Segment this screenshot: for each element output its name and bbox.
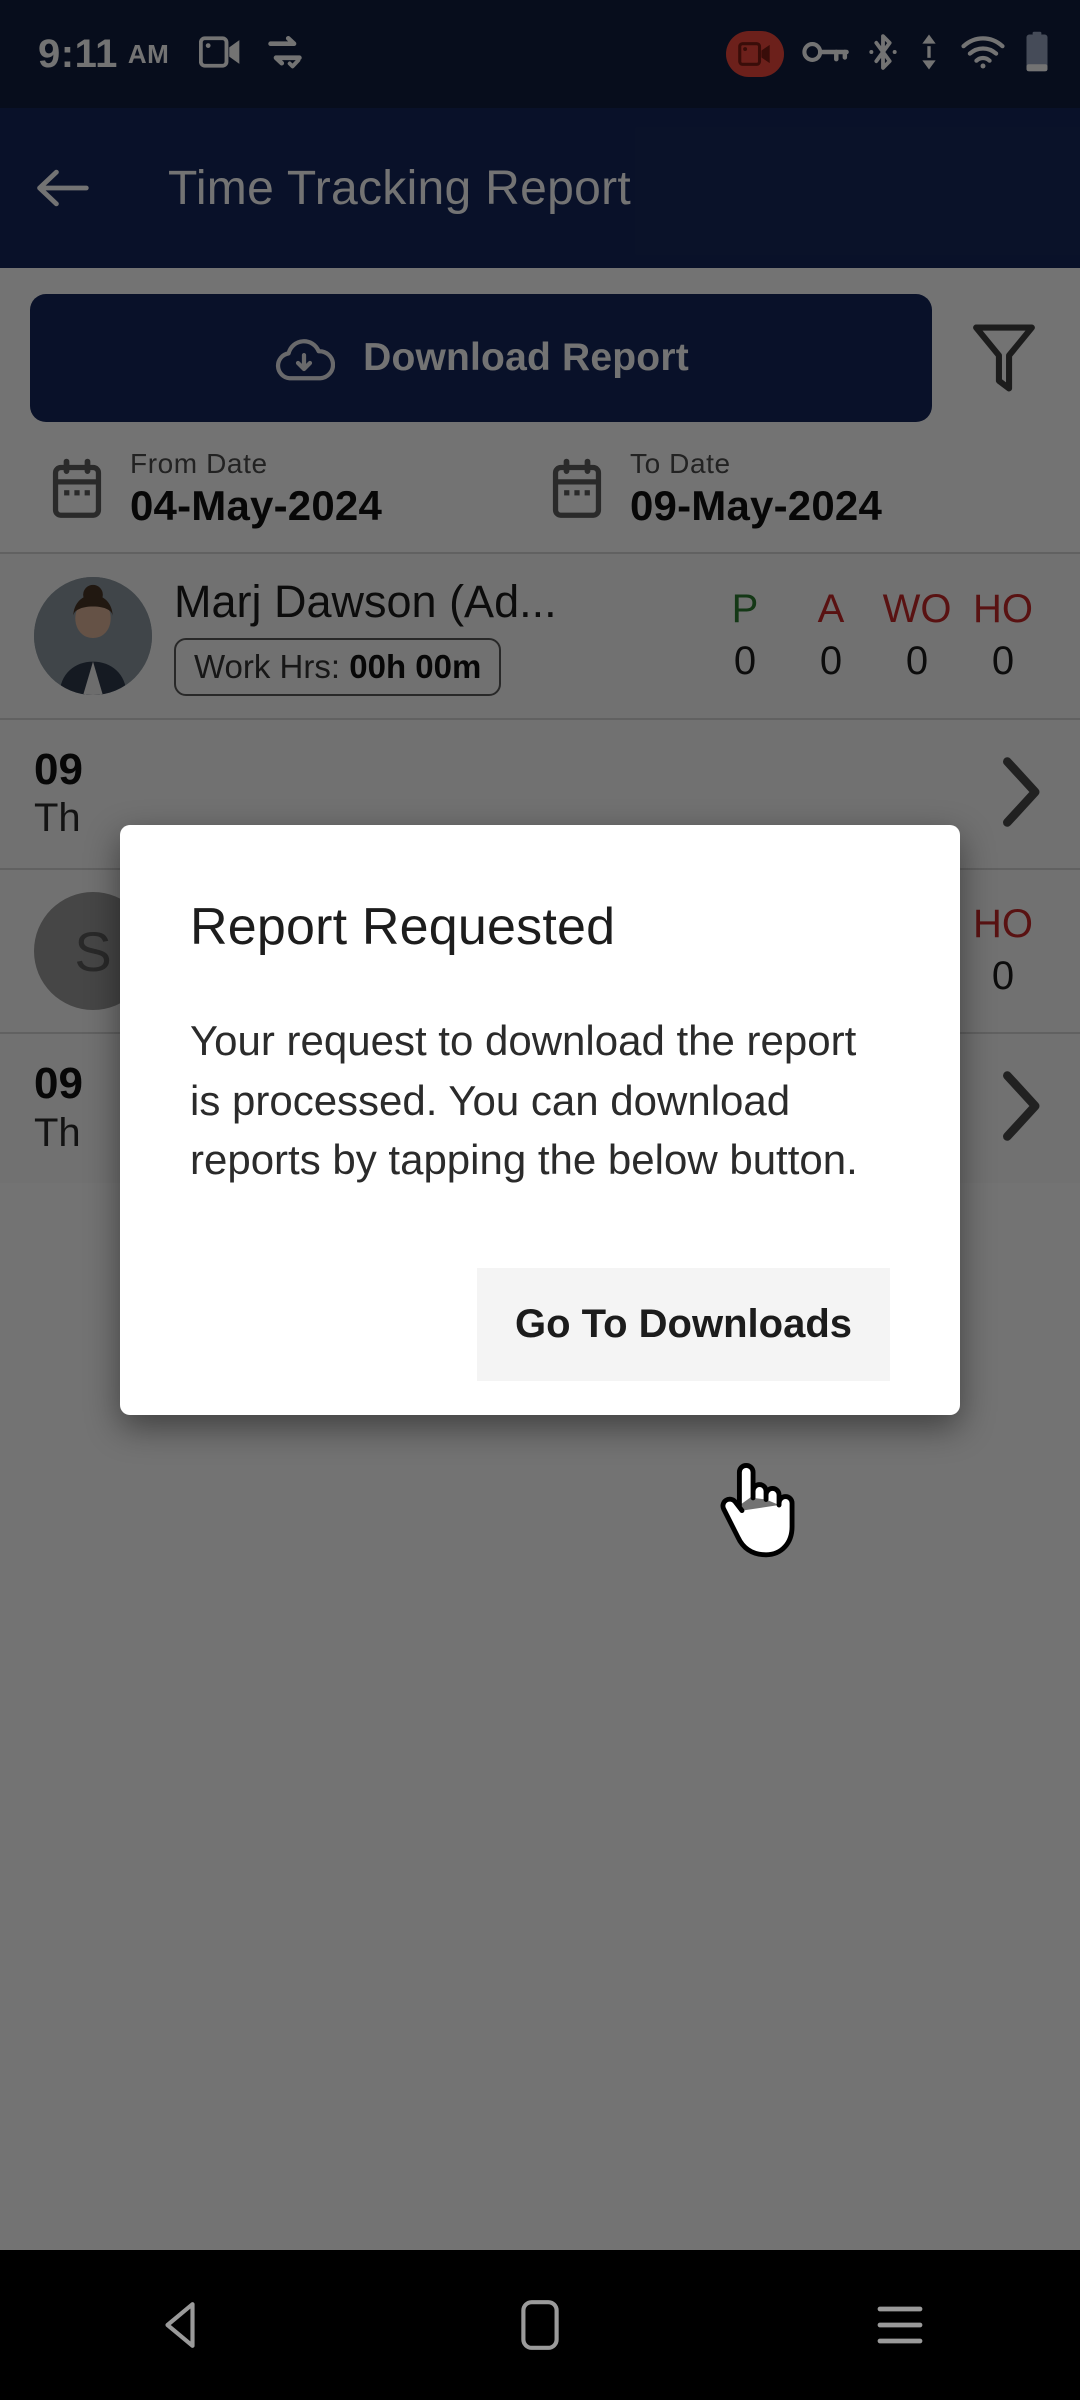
nav-back-icon[interactable] — [120, 2250, 240, 2400]
nav-home-icon[interactable] — [480, 2250, 600, 2400]
nav-recents-icon[interactable] — [840, 2250, 960, 2400]
dialog-title: Report Requested — [190, 898, 616, 956]
mouse-cursor — [712, 1455, 798, 1564]
dialog-message: Your request to download the report is p… — [190, 1017, 858, 1184]
report-requested-dialog: Report Requested Your request to downloa… — [120, 825, 960, 1415]
android-nav-bar — [0, 2250, 1080, 2400]
go-to-downloads-button[interactable]: Go To Downloads — [476, 1267, 890, 1381]
